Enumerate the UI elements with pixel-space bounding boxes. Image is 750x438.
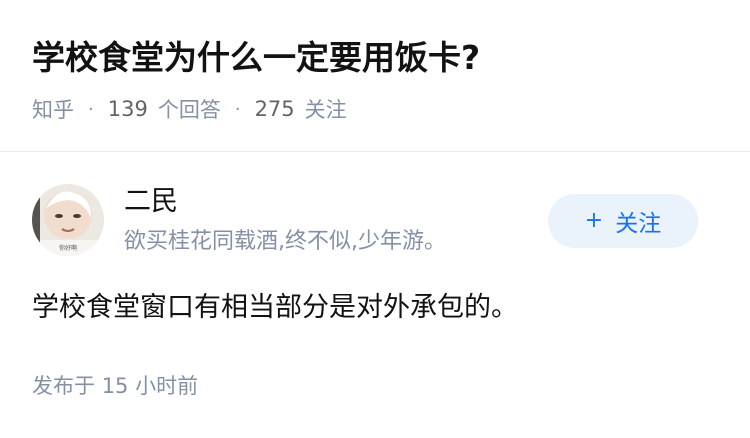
publish-time-value: 15 小时前 [101, 374, 199, 398]
answer-count: 139 [107, 97, 148, 121]
follow-button[interactable]: + 关注 [548, 194, 698, 248]
author-avatar[interactable]: 你好啊 [32, 184, 104, 256]
publish-time: 发布于 15 小时前 [32, 369, 198, 403]
question-meta: 知乎 · 139 个回答 · 275 关注 [32, 92, 347, 126]
publish-prefix: 发布于 [32, 374, 95, 398]
meta-separator: · [234, 98, 241, 120]
avatar-caption: 你好啊 [59, 244, 77, 252]
zhihu-question-page: 学校食堂为什么一定要用饭卡? 知乎 · 139 个回答 · 275 关注 你好啊 [0, 0, 750, 438]
answer-content[interactable]: 学校食堂窗口有相当部分是对外承包的。 [32, 286, 518, 330]
author-name[interactable]: 二民 [124, 182, 178, 222]
plus-icon: + [584, 208, 604, 233]
follower-count: 275 [254, 97, 295, 121]
avatar-photo-icon: 你好啊 [32, 184, 104, 256]
follower-count-label: 关注 [304, 98, 347, 122]
author-bio: 欲买桂花同载酒,终不似,少年游。 [124, 229, 446, 254]
question-title[interactable]: 学校食堂为什么一定要用饭卡? [32, 34, 480, 82]
answer-card: 你好啊 二民 欲买桂花同载酒,终不似,少年游。 + 关注 学校食堂窗口有相当部分… [0, 152, 750, 438]
follow-button-label: 关注 [615, 211, 662, 237]
question-header: 学校食堂为什么一定要用饭卡? 知乎 · 139 个回答 · 275 关注 [0, 0, 750, 152]
answer-count-label: 个回答 [157, 98, 221, 122]
meta-separator: · [88, 98, 94, 120]
source-label[interactable]: 知乎 [32, 94, 74, 124]
